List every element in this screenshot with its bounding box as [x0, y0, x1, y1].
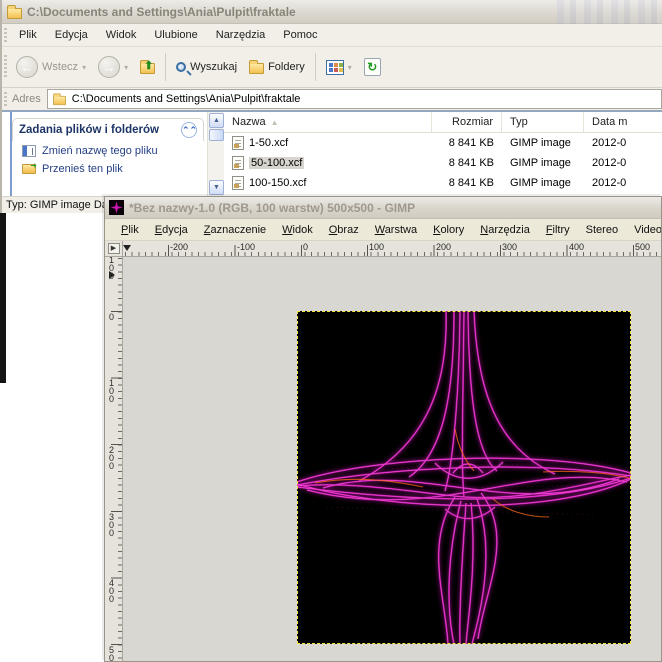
gimp-canvas-area: ▶ -200 -100 0 100 200 300 400 500 100 0 … — [105, 241, 661, 661]
gimp-menu-stereo[interactable]: Stereo — [578, 221, 626, 239]
search-icon — [176, 62, 187, 72]
file-row[interactable]: 100-150.xcf 8 841 KB GIMP image 2012-0 — [224, 173, 662, 193]
views-button[interactable]: ▾ — [320, 57, 358, 78]
gimp-titlebar[interactable]: *Bez nazwy-1.0 (RGB, 100 warstw) 500x500… — [105, 197, 661, 219]
gimp-menu-edycja[interactable]: Edycja — [147, 221, 196, 239]
move-file-icon — [22, 161, 37, 174]
explorer-title: C:\Documents and Settings\Ania\Pulpit\fr… — [27, 4, 296, 19]
gimp-menubar: Plik Edycja Zaznaczenie Widok Obraz Wars… — [105, 219, 661, 241]
gimp-file-icon — [232, 176, 244, 190]
gimp-window-icon — [109, 200, 124, 215]
menu-widok[interactable]: Widok — [97, 27, 146, 43]
address-label: Adres — [12, 93, 41, 105]
scroll-down-icon[interactable]: ▼ — [209, 180, 224, 195]
vertical-ruler: 100 0 100 200 300 400 500 — [105, 257, 123, 661]
explorer-titlebar[interactable]: C:\Documents and Settings\Ania\Pulpit\fr… — [2, 0, 662, 24]
gimp-menu-plik[interactable]: Plik — [113, 221, 147, 239]
up-button[interactable]: ⬆ — [134, 57, 161, 77]
explorer-toolbar: ← Wstecz ▾ → ▾ ⬆ Wyszukaj Foldery ▾ ↻ — [2, 47, 662, 88]
explorer-folder-icon — [7, 4, 22, 19]
gimp-menu-zaznaczenie[interactable]: Zaznaczenie — [196, 221, 274, 239]
gimp-menu-widok[interactable]: Widok — [274, 221, 321, 239]
back-dropdown-icon[interactable]: ▾ — [82, 63, 86, 72]
address-folder-icon — [52, 93, 66, 106]
addressbar-grip — [4, 92, 7, 106]
gimp-window: *Bez nazwy-1.0 (RGB, 100 warstw) 500x500… — [104, 196, 662, 662]
explorer-menubar: Plik Edycja Widok Ulubione Narzędzia Pom… — [2, 24, 662, 47]
fractal-image-canvas[interactable] — [297, 311, 631, 644]
folders-icon — [249, 60, 265, 74]
forward-dropdown-icon[interactable]: ▾ — [124, 63, 128, 72]
screen: C:\Documents and Settings\Ania\Pulpit\fr… — [0, 0, 662, 662]
rename-file-icon — [22, 145, 36, 157]
toolbar-separator — [314, 53, 316, 81]
gimp-menu-narzedzia[interactable]: Narzędzia — [472, 221, 538, 239]
scrollbar-thumb[interactable] — [209, 129, 224, 141]
search-button[interactable]: Wyszukaj — [170, 58, 243, 76]
horizontal-ruler: -200 -100 0 100 200 300 400 500 — [123, 241, 661, 257]
ruler-menu-button[interactable]: ▶ — [105, 241, 123, 257]
folders-label: Foldery — [268, 61, 305, 73]
task-panel-scrollbar[interactable]: ▲ ▼ — [207, 112, 224, 196]
status-text: Typ: GIMP image Da — [6, 199, 108, 211]
desktop-backdrop — [0, 213, 104, 662]
fractal-image — [297, 311, 631, 644]
forward-button[interactable]: → ▾ — [92, 53, 134, 81]
gimp-file-icon — [232, 136, 244, 150]
gimp-menu-warstwa[interactable]: Warstwa — [367, 221, 425, 239]
background-window-edge — [0, 213, 6, 383]
explorer-body: Zadania plików i folderów ⌃⌃ Zmień nazwę… — [2, 112, 662, 196]
column-header-date[interactable]: Data m — [584, 112, 662, 132]
search-label: Wyszukaj — [190, 61, 238, 73]
back-icon: ← — [16, 56, 38, 78]
up-folder-icon: ⬆ — [140, 60, 156, 74]
task-panel: Zadania plików i folderów ⌃⌃ Zmień nazwę… — [12, 118, 204, 196]
task-move-file[interactable]: Przenieś ten plik — [12, 159, 204, 177]
views-dropdown-icon[interactable]: ▾ — [348, 63, 352, 72]
file-row-selected[interactable]: 50-100.xcf 8 841 KB GIMP image 2012-0 — [224, 153, 662, 173]
gimp-menu-obraz[interactable]: Obraz — [321, 221, 367, 239]
refresh-icon: ↻ — [363, 58, 381, 76]
address-input[interactable]: C:\Documents and Settings\Ania\Pulpit\fr… — [46, 89, 662, 109]
task-panel-title: Zadania plików i folderów — [19, 124, 159, 136]
menu-narzedzia[interactable]: Narzędzia — [207, 27, 275, 43]
task-panel-header[interactable]: Zadania plików i folderów ⌃⌃ — [12, 118, 204, 141]
gimp-title: *Bez nazwy-1.0 (RGB, 100 warstw) 500x500… — [129, 200, 416, 215]
column-header-name[interactable]: Nazwa ▲ — [224, 112, 432, 132]
back-button[interactable]: ← Wstecz ▾ — [10, 53, 92, 81]
menu-edycja[interactable]: Edycja — [46, 27, 97, 43]
collapse-chevron-icon[interactable]: ⌃⌃ — [181, 122, 197, 138]
file-list: Nazwa ▲ Rozmiar Typ Data m 1-50.xcf 8 841… — [224, 112, 662, 196]
address-bar: Adres C:\Documents and Settings\Ania\Pul… — [2, 88, 662, 112]
explorer-window: C:\Documents and Settings\Ania\Pulpit\fr… — [0, 0, 662, 213]
task-rename-file[interactable]: Zmień nazwę tego pliku — [12, 141, 204, 159]
task-move-label: Przenieś ten plik — [42, 163, 123, 175]
gimp-menu-video[interactable]: Video — [626, 221, 661, 239]
ruler-pointer-icon — [123, 245, 131, 251]
file-list-header: Nazwa ▲ Rozmiar Typ Data m — [224, 112, 662, 133]
menu-ulubione[interactable]: Ulubione — [145, 27, 206, 43]
toolbar-grip — [4, 55, 7, 79]
gimp-menu-filtry[interactable]: Filtry — [538, 221, 578, 239]
column-header-size[interactable]: Rozmiar — [432, 112, 502, 132]
gimp-menu-kolory[interactable]: Kolory — [425, 221, 472, 239]
forward-icon: → — [98, 56, 121, 78]
back-label: Wstecz — [42, 61, 79, 73]
scroll-up-icon[interactable]: ▲ — [209, 113, 224, 128]
address-path: C:\Documents and Settings\Ania\Pulpit\fr… — [71, 93, 301, 105]
refresh-button[interactable]: ↻ — [358, 55, 387, 79]
file-row[interactable]: 1-50.xcf 8 841 KB GIMP image 2012-0 — [224, 133, 662, 153]
folders-button[interactable]: Foldery — [243, 57, 311, 77]
toolbar-separator — [165, 53, 167, 81]
sort-asc-icon: ▲ — [270, 117, 279, 127]
gimp-file-icon — [232, 156, 244, 170]
menu-pomoc[interactable]: Pomoc — [274, 27, 326, 43]
menu-plik[interactable]: Plik — [10, 27, 46, 43]
menubar-grip — [4, 28, 7, 42]
column-header-type[interactable]: Typ — [502, 112, 584, 132]
task-rename-label: Zmień nazwę tego pliku — [42, 145, 158, 157]
views-icon — [325, 59, 344, 75]
